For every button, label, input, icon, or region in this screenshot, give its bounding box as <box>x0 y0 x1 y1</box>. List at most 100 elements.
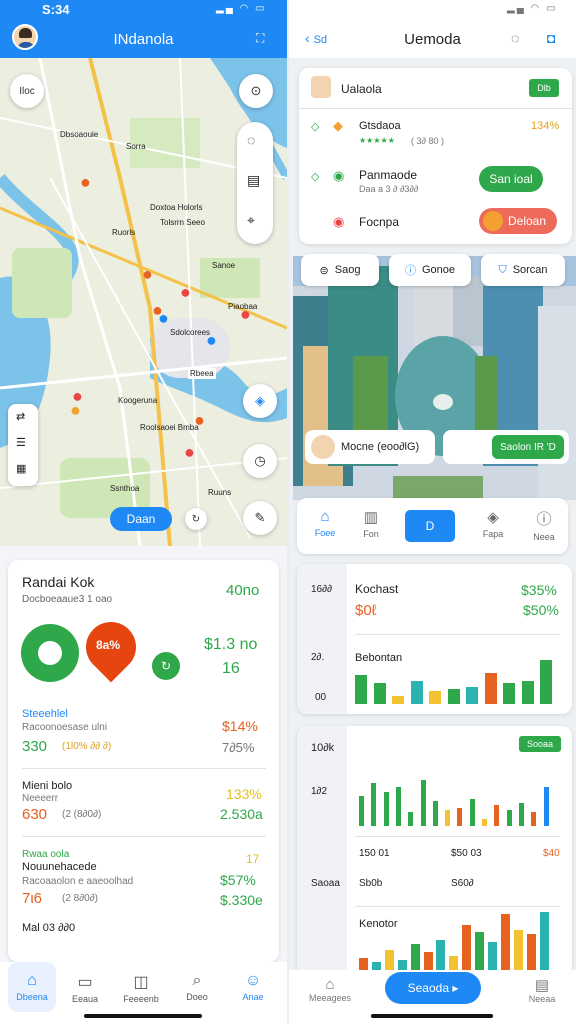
map-pin-icon[interactable]: ● <box>180 282 191 303</box>
chip-button[interactable]: ⓘ Gonoe <box>389 254 471 286</box>
map-label: Rbeea <box>188 368 216 379</box>
nav-item[interactable]: ▭ Eeaua <box>60 972 110 1004</box>
item-meta: ( 3∂ 80 ) <box>411 136 444 146</box>
photo-action-button[interactable]: Saolon IR 'D <box>492 435 564 459</box>
compass-icon[interactable]: ⌖ <box>247 212 255 229</box>
nav-item[interactable]: ◫ Feeeenb <box>116 972 166 1004</box>
chart-bar <box>500 914 510 970</box>
axis-panel <box>297 726 347 976</box>
nav-messages[interactable]: ⌂ Meeagees <box>303 976 357 1003</box>
grid-icon[interactable]: ⛶ <box>256 31 264 46</box>
action-button[interactable]: San ioal <box>479 166 543 192</box>
map-tools: ◌ ▤ ⌖ <box>237 122 273 244</box>
home-indicator <box>84 1014 202 1018</box>
chart-right-bottom: $50% <box>523 602 559 618</box>
chart-bar <box>395 787 401 826</box>
tab-item[interactable]: ⓘ Neea <box>522 508 566 542</box>
nav-label: Doeo <box>186 992 208 1002</box>
chat-icon: ◫ <box>133 974 149 991</box>
inbox-icon: ⌂ <box>325 976 335 993</box>
chip-button[interactable]: ⛉ Sorcan <box>481 254 565 286</box>
nav-item[interactable]: ☺ Anae <box>228 972 278 1002</box>
map-pin-icon[interactable]: ● <box>184 442 195 463</box>
chart-bar <box>540 660 552 704</box>
route-icon[interactable]: ⇄ <box>16 410 25 423</box>
action-label: Deloan <box>507 214 547 228</box>
chart-bar <box>447 689 460 704</box>
map-pin-icon[interactable]: ● <box>240 304 251 325</box>
filter-button[interactable]: Iloc <box>10 74 44 108</box>
map-pin-icon[interactable]: ● <box>158 308 169 329</box>
camera-icon[interactable]: ◘ <box>547 30 555 46</box>
chip-button[interactable]: ⊜ Saog <box>301 254 379 286</box>
page-title: Uemoda <box>404 31 461 48</box>
chart-card: 16∂∂ 2∂. 00 Kochast $0ℓ $35% $50% Bebont… <box>297 564 572 714</box>
y-label: 16∂∂ <box>311 584 333 595</box>
refresh-icon[interactable]: ↻ <box>185 508 207 530</box>
chart-bar <box>482 819 487 826</box>
map-pin-icon[interactable]: ● <box>80 172 91 193</box>
map-pin-icon[interactable]: ● <box>142 264 153 285</box>
map-layer-icon[interactable]: ◈ <box>243 384 277 418</box>
map-pin-icon[interactable]: ● <box>194 410 205 431</box>
status-icons: ▂▄ ◠ ▭ <box>507 3 558 14</box>
divider <box>355 906 560 907</box>
nav-item[interactable]: ▤ Neeaa <box>515 976 569 1004</box>
tab-label: Fon <box>363 529 379 539</box>
tab-item[interactable]: ▥ Fon <box>349 508 393 539</box>
map-pin-icon[interactable]: ● <box>70 400 81 421</box>
user-chip[interactable]: Mocne (eoo∂lG) <box>305 430 435 464</box>
chart-row-label: Sb0b <box>359 878 383 889</box>
map-label: Ruuns <box>208 488 232 497</box>
grid-view-icon[interactable]: ▦ <box>16 462 26 475</box>
stat-value: 7ι6 <box>22 890 43 907</box>
item-name: Gtsdaoa <box>359 120 401 132</box>
action-button[interactable]: Deloan <box>479 208 557 234</box>
item-meta: Daa a 3 ∂ ∂3∂∂ <box>359 184 419 194</box>
chart-bar <box>359 958 368 970</box>
primary-button[interactable]: Seaoda ▸ <box>385 972 481 1004</box>
tab-item[interactable]: ◈ Fapa <box>471 508 515 539</box>
chart-bar <box>371 783 377 826</box>
chat-icon[interactable]: ◌ <box>511 30 519 46</box>
stat-label: Mieni bolo <box>22 780 73 792</box>
nav-home[interactable]: ⌂ Dbeena <box>7 972 57 1002</box>
home-icon: ⌂ <box>320 508 330 525</box>
y-label: 2∂. <box>311 652 325 663</box>
chart-bar <box>457 808 463 826</box>
chart-bar <box>531 812 537 826</box>
list-icon[interactable]: ☰ <box>16 436 26 449</box>
divider <box>22 768 266 769</box>
item-name: Focnpa <box>359 215 400 229</box>
chart-row-label: $40 <box>543 848 560 859</box>
app-header: ▂▄ ◠ ▭ ‹ Sd Uemoda ◌ ◘ <box>289 0 576 58</box>
refresh-icon[interactable]: ↻ <box>152 652 180 680</box>
chart-bar <box>397 960 407 970</box>
tab-active[interactable]: D <box>405 510 455 542</box>
chart-bar <box>488 942 497 970</box>
nav-item[interactable]: ⌕ Doeo <box>172 972 222 1002</box>
chat-icon[interactable]: ◌ <box>247 132 255 148</box>
search-icon: ⌕ <box>192 972 202 989</box>
chart-bar <box>449 956 459 970</box>
map-view[interactable]: Dbsoaouie Sorra Doxtoa Holorls Tolsrrn S… <box>0 58 287 546</box>
status-badge: Dlb <box>529 79 559 97</box>
info-icon: ⓘ <box>404 265 416 277</box>
chip-label: Saog <box>334 264 361 276</box>
chart-row-label: 150 01 <box>359 848 390 859</box>
locate-icon[interactable]: ⊙ <box>239 74 273 108</box>
tab-label: Neea <box>533 532 555 542</box>
map-pin-icon[interactable]: ● <box>206 330 217 351</box>
bar-chart-1 <box>355 656 561 704</box>
page-title: INdanola <box>113 31 174 48</box>
timer-icon[interactable]: ◷ <box>243 444 277 478</box>
tab-home[interactable]: ⌂ Foee <box>303 508 347 538</box>
layers-icon[interactable]: ▤ <box>247 172 260 189</box>
pin-icon: ◆ <box>333 118 343 133</box>
avatar <box>311 435 335 459</box>
pin-icon: ◉ <box>333 214 345 229</box>
search-area-button[interactable]: Daan <box>110 507 172 531</box>
draw-icon[interactable]: ✎ <box>243 501 277 535</box>
stat-detail: (1l0% ∂∂ ∂) <box>62 741 112 752</box>
map-label: Sorra <box>126 142 146 151</box>
